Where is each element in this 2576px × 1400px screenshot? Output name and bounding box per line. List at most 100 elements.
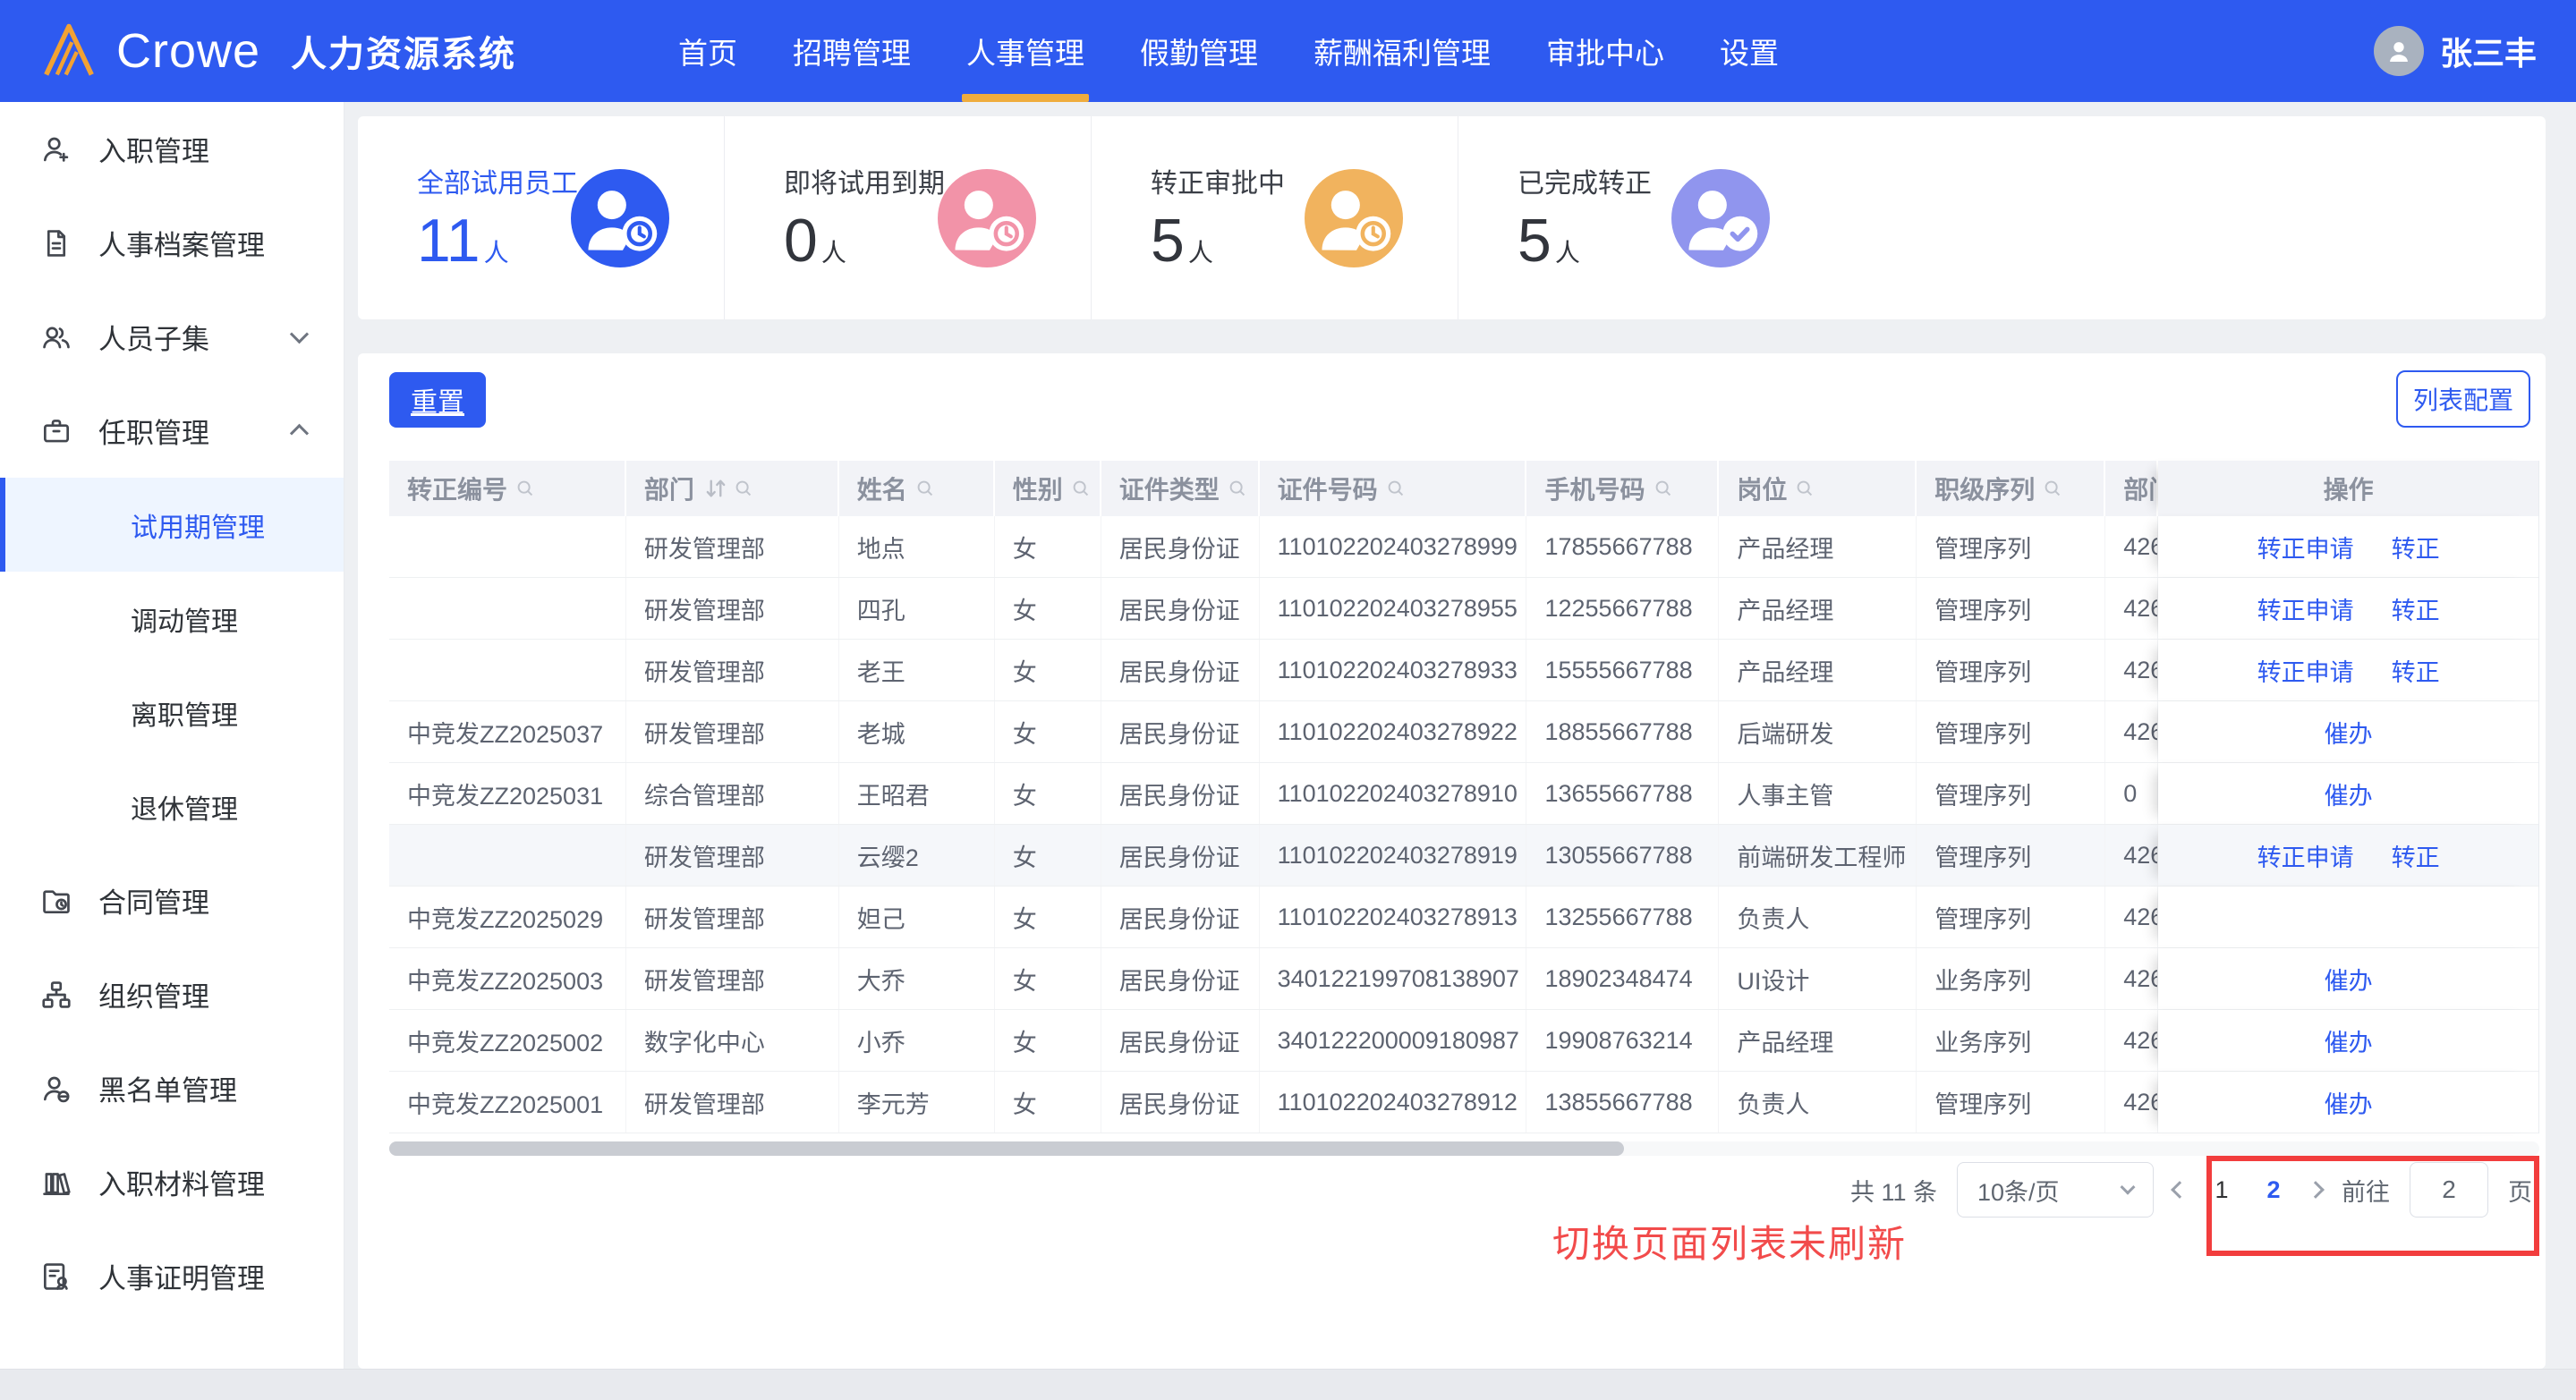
stat-number: 0 (784, 207, 818, 276)
action-link-apply[interactable]: 催办 (2325, 776, 2373, 811)
table-row[interactable]: 中竞发ZZ2025029 研发管理部 妲己 女 居民身份证 1101022024… (389, 887, 2538, 948)
horizontal-scrollbar[interactable] (389, 1141, 2539, 1156)
cell-rank-seq: 管理序列 (1917, 640, 2106, 700)
page-size-select[interactable]: 10条/页 (1957, 1162, 2154, 1218)
top-menu-item[interactable]: 设置 (1692, 0, 1807, 102)
table-row[interactable]: 研发管理部 地点 女 居民身份证 110102202403278999 1785… (389, 516, 2538, 578)
top-menu-item[interactable]: 薪酬福利管理 (1286, 0, 1518, 102)
col-header-apply-no[interactable]: 转正编号 (389, 461, 626, 516)
sidebar-item[interactable]: 入职材料管理 (0, 1135, 344, 1229)
next-page-icon[interactable] (2307, 1181, 2325, 1199)
col-header-clipped[interactable]: 部门 (2105, 461, 2159, 516)
goto-page-input[interactable] (2410, 1162, 2488, 1218)
top-menu-item-label: 审批中心 (1546, 37, 1665, 70)
table-row[interactable]: 中竞发ZZ2025003 研发管理部 大乔 女 居民身份证 3401221997… (389, 948, 2538, 1010)
action-link-apply[interactable]: 催办 (2325, 1085, 2373, 1120)
table-row[interactable]: 研发管理部 云缨2 女 居民身份证 110102202403278919 130… (389, 825, 2538, 887)
sidebar-item[interactable]: 人事档案管理 (0, 196, 344, 290)
cell-id-type: 居民身份证 (1101, 578, 1260, 639)
search-icon[interactable] (1228, 479, 1247, 498)
sidebar-item[interactable]: 任职管理 (0, 384, 344, 478)
cell-rank-seq: 管理序列 (1917, 1072, 2106, 1133)
search-icon[interactable] (1386, 479, 1406, 498)
sidebar-item[interactable]: 合同管理 (0, 853, 344, 947)
col-header-id-type[interactable]: 证件类型 (1101, 461, 1260, 516)
sort-icon[interactable] (702, 475, 729, 502)
table-row[interactable]: 中竞发ZZ2025031 综合管理部 王昭君 女 居民身份证 110102202… (389, 763, 2538, 825)
stat-item[interactable]: 转正审批中 5人 (1092, 116, 1458, 319)
cell-apply-no: 中竞发ZZ2025037 (389, 701, 626, 762)
search-icon[interactable] (2043, 479, 2062, 498)
sidebar-item[interactable]: 调动管理 (0, 572, 344, 666)
col-header-post[interactable]: 岗位 (1719, 461, 1917, 516)
action-link-apply[interactable]: 催办 (2325, 1023, 2373, 1058)
top-menu-item[interactable]: 审批中心 (1518, 0, 1692, 102)
col-header-id-number[interactable]: 证件号码 (1260, 461, 1527, 516)
col-header-name[interactable]: 姓名 (839, 461, 995, 516)
search-icon[interactable] (1795, 479, 1815, 498)
top-menu-item[interactable]: 假勤管理 (1112, 0, 1286, 102)
sidebar-item[interactable]: 人事证明管理 (0, 1229, 344, 1323)
table-row[interactable]: 中竞发ZZ2025001 研发管理部 李元芳 女 居民身份证 110102202… (389, 1072, 2538, 1133)
cell-id-number: 110102202403278912 (1259, 1072, 1527, 1133)
table-row[interactable]: 研发管理部 老王 女 居民身份证 110102202403278933 1555… (389, 640, 2538, 701)
top-menu-item[interactable]: 招聘管理 (765, 0, 939, 102)
cell-id-type: 居民身份证 (1101, 1072, 1260, 1133)
cell-clipped: 4264 (2105, 516, 2159, 577)
action-link-apply[interactable]: 催办 (2325, 715, 2373, 750)
cell-phone: 13855667788 (1526, 1072, 1720, 1133)
page-number-1[interactable]: 1 (2206, 1176, 2238, 1204)
search-icon[interactable] (1071, 479, 1091, 498)
search-icon[interactable] (515, 479, 535, 498)
sidebar-item[interactable]: 试用期管理 (0, 478, 344, 572)
stat-item[interactable]: 即将试用到期 0人 (725, 116, 1092, 319)
sidebar-item-label: 入职材料管理 (98, 1169, 265, 1201)
stat-value: 11 人 (417, 208, 571, 275)
action-link-apply[interactable]: 转正申请 (2257, 591, 2354, 626)
stat-label: 已完成转正 (1518, 169, 1652, 199)
top-menu-item-label: 首页 (678, 37, 738, 70)
list-config-button[interactable]: 列表配置 (2396, 370, 2530, 428)
sidebar-item[interactable]: 退休管理 (0, 759, 344, 853)
stat-item[interactable]: 已完成转正 5人 (1458, 116, 1770, 319)
sidebar-item-label: 人员子集 (98, 324, 209, 355)
col-header-phone[interactable]: 手机号码 (1526, 461, 1720, 516)
sidebar-item[interactable]: 离职管理 (0, 666, 344, 759)
stat-info: 转正审批中 5人 (1151, 161, 1305, 275)
scrollbar-thumb[interactable] (389, 1141, 1624, 1156)
cell-gender: 女 (994, 763, 1101, 824)
table-row[interactable]: 研发管理部 四孔 女 居民身份证 110102202403278955 1225… (389, 578, 2538, 640)
prev-page-icon[interactable] (2171, 1181, 2189, 1199)
stat-value: 0人 (784, 208, 938, 275)
action-link-apply[interactable]: 催办 (2325, 962, 2373, 997)
cell-rank-seq: 管理序列 (1917, 763, 2106, 824)
user-menu[interactable]: 张三丰 (2373, 26, 2537, 76)
table-row[interactable]: 中竞发ZZ2025002 数字化中心 小乔 女 居民身份证 3401222000… (389, 1010, 2538, 1072)
top-menu-item[interactable]: 人事管理 (939, 0, 1112, 102)
search-icon[interactable] (1654, 479, 1673, 498)
materials-books-icon (39, 1166, 73, 1200)
col-header-department[interactable]: 部门 (626, 461, 839, 516)
action-link-confirm[interactable]: 转正 (2392, 653, 2440, 688)
sidebar-item[interactable]: 黑名单管理 (0, 1041, 344, 1135)
action-link-confirm[interactable]: 转正 (2392, 591, 2440, 626)
sidebar-item[interactable]: 组织管理 (0, 947, 344, 1041)
stat-item[interactable]: 全部试用员工 11 人 (358, 116, 725, 319)
cell-id-type: 居民身份证 (1101, 516, 1260, 577)
col-header-rank-seq[interactable]: 职级序列 (1917, 461, 2106, 516)
action-link-confirm[interactable]: 转正 (2392, 838, 2440, 873)
cell-id-type: 居民身份证 (1101, 948, 1260, 1009)
table-row[interactable]: 中竞发ZZ2025037 研发管理部 老城 女 居民身份证 1101022024… (389, 701, 2538, 763)
sidebar-item[interactable]: 人员子集 (0, 290, 344, 384)
action-link-confirm[interactable]: 转正 (2392, 530, 2440, 564)
action-link-apply[interactable]: 转正申请 (2257, 530, 2354, 564)
action-link-apply[interactable]: 转正申请 (2257, 653, 2354, 688)
reset-button[interactable]: 重置 (389, 372, 486, 428)
sidebar-item[interactable]: 入职管理 (0, 102, 344, 196)
col-header-gender[interactable]: 性别 (995, 461, 1101, 516)
action-link-apply[interactable]: 转正申请 (2257, 838, 2354, 873)
page-number-2[interactable]: 2 (2257, 1176, 2290, 1204)
search-icon[interactable] (734, 479, 753, 498)
top-menu-item[interactable]: 首页 (650, 0, 765, 102)
search-icon[interactable] (915, 479, 935, 498)
